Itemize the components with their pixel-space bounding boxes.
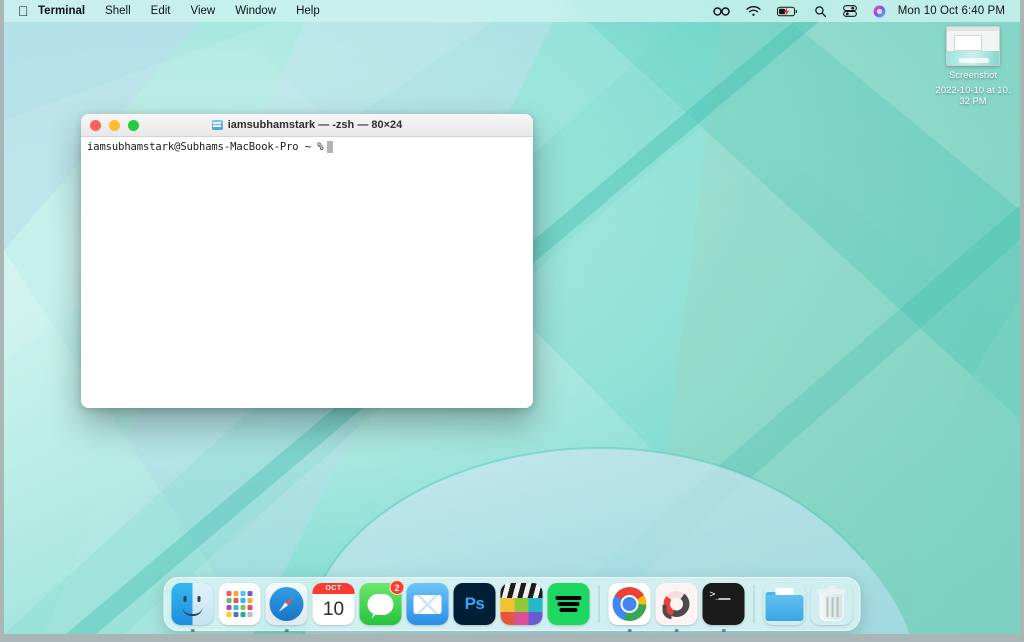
calendar-icon: OCT 10	[312, 583, 355, 625]
menu-item-help[interactable]: Help	[286, 0, 330, 22]
infinity-icon[interactable]	[705, 0, 738, 22]
running-indicator	[627, 628, 632, 632]
terminal-title-bar[interactable]: iamsubhamstark — -zsh — 80×24	[81, 114, 533, 137]
chrome-icon	[608, 583, 651, 625]
messages-badge: 2	[389, 580, 405, 595]
terminal-icon: >_	[702, 583, 745, 625]
running-indicator	[721, 628, 726, 632]
launchpad-icon	[218, 583, 261, 625]
menu-item-shell[interactable]: Shell	[95, 0, 141, 22]
dock-item-finder[interactable]	[171, 583, 214, 632]
running-indicator	[284, 628, 289, 632]
terminal-prompt-text: iamsubhamstark@Subhams-MacBook-Pro ~ %	[87, 141, 324, 153]
battery-charging-icon[interactable]	[769, 0, 806, 22]
terminal-title: iamsubhamstark — -zsh — 80×24	[81, 119, 533, 131]
dock-item-spotify[interactable]	[547, 583, 590, 625]
menu-bar-left[interactable]:  Terminal Shell Edit View Window Help	[4, 0, 330, 22]
terminal-cursor	[327, 141, 334, 153]
dock-item-messages[interactable]: 2	[359, 580, 405, 625]
menu-item-window[interactable]: Window	[225, 0, 286, 22]
apple-menu-icon[interactable]: 	[13, 0, 29, 22]
dock-item-terminal[interactable]: >_	[702, 583, 745, 632]
thumb-menubar	[947, 27, 999, 31]
screenshot-thumbnail-icon	[946, 26, 1000, 66]
dock-separator-1	[598, 585, 600, 623]
safari-icon	[265, 583, 308, 625]
terminal-prompt-line: iamsubhamstark@Subhams-MacBook-Pro ~ %	[87, 141, 527, 153]
terminal-body[interactable]: iamsubhamstark@Subhams-MacBook-Pro ~ %	[81, 137, 533, 408]
terminal-title-text: iamsubhamstark — -zsh — 80×24	[227, 119, 403, 131]
screen-frame:  Terminal Shell Edit View Window Help	[0, 0, 1024, 642]
finder-icon	[171, 583, 214, 625]
window-controls[interactable]	[81, 119, 139, 131]
dock-item-trash[interactable]	[811, 583, 853, 625]
dock[interactable]: OCT 10 2 Ps >_	[163, 577, 861, 632]
wifi-icon[interactable]	[738, 0, 769, 22]
spotify-icon	[547, 583, 590, 625]
dock-item-mail[interactable]	[406, 583, 449, 625]
dock-item-calendar[interactable]: OCT 10	[312, 583, 355, 625]
trash-icon	[811, 583, 853, 625]
desktop[interactable]:  Terminal Shell Edit View Window Help	[4, 0, 1020, 634]
dock-item-downloads-folder[interactable]	[764, 583, 806, 625]
dock-item-photoshop[interactable]: Ps	[453, 583, 496, 625]
running-indicator	[190, 628, 195, 632]
terminal-folder-icon	[211, 120, 223, 130]
final-cut-pro-icon	[500, 583, 543, 625]
menu-bar-status-area[interactable]: Mon 10 Oct 6:40 PM	[705, 0, 1020, 22]
spotlight-search-icon[interactable]	[806, 0, 835, 22]
thumb-window	[954, 35, 982, 51]
minimize-button[interactable]	[109, 119, 120, 131]
desktop-file-screenshot[interactable]: Screenshot 2022-10-10 at 10.32 PM	[934, 26, 1012, 107]
desktop-file-label-line1: Screenshot	[948, 70, 998, 81]
photoshop-glyph: Ps	[464, 594, 485, 613]
calendar-month: OCT	[312, 583, 355, 594]
calendar-day: 10	[322, 598, 345, 620]
control-center-icon[interactable]	[835, 0, 865, 22]
menu-item-terminal[interactable]: Terminal	[28, 0, 95, 22]
running-indicator	[674, 628, 679, 632]
dock-item-chrome[interactable]	[608, 583, 651, 632]
siri-icon[interactable]	[865, 0, 894, 22]
dock-item-launchpad[interactable]	[218, 583, 261, 625]
menu-bar-clock[interactable]: Mon 10 Oct 6:40 PM	[894, 5, 1011, 17]
close-button[interactable]	[90, 119, 101, 131]
desktop-file-label-line2: 2022-10-10 at 10.32 PM	[935, 85, 1011, 107]
dock-item-cleanmymac[interactable]	[655, 583, 698, 632]
menu-bar[interactable]:  Terminal Shell Edit View Window Help	[4, 0, 1020, 22]
downloads-folder-icon	[764, 583, 806, 625]
dock-item-safari[interactable]	[265, 583, 308, 632]
menu-item-view[interactable]: View	[180, 0, 225, 22]
dock-separator-2	[753, 585, 755, 623]
dock-item-final-cut-pro[interactable]	[500, 583, 543, 625]
mail-icon	[406, 583, 449, 625]
zoom-button[interactable]	[128, 119, 139, 131]
menu-item-edit[interactable]: Edit	[141, 0, 181, 22]
thumb-dock	[959, 58, 989, 63]
terminal-window[interactable]: iamsubhamstark — -zsh — 80×24 iamsubhams…	[81, 114, 533, 408]
photoshop-icon: Ps	[453, 583, 496, 625]
cleanmymac-icon	[655, 583, 698, 625]
